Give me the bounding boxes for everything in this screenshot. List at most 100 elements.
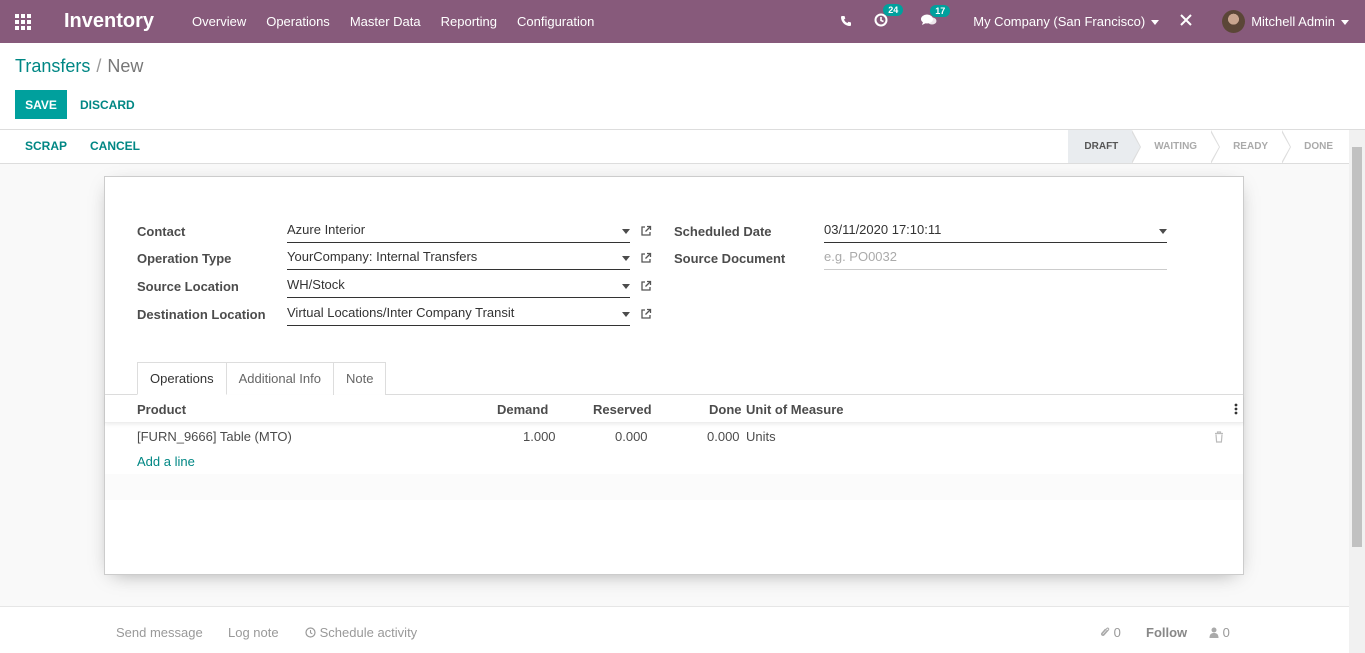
source-location-value: WH/Stock xyxy=(287,277,345,292)
external-link-icon[interactable] xyxy=(640,308,652,320)
cancel-button[interactable]: CANCEL xyxy=(90,130,140,163)
breadcrumb-current: New xyxy=(107,56,144,76)
scheduled-date-value: 03/11/2020 17:10:11 xyxy=(824,222,942,237)
dropdown-caret-icon[interactable] xyxy=(622,312,630,317)
user-name: Mitchell Admin xyxy=(1251,14,1335,29)
stage-ready-label: READY xyxy=(1233,141,1269,152)
contact-field[interactable]: Azure Interior xyxy=(287,219,630,243)
destination-location-label: Destination Location xyxy=(137,307,266,322)
stage-waiting[interactable]: WAITING xyxy=(1132,130,1221,164)
attachments-button[interactable]: 0 xyxy=(1100,625,1121,640)
log-note-button[interactable]: Log note xyxy=(228,625,279,640)
vertical-scrollbar[interactable] xyxy=(1349,130,1365,653)
menu-operations[interactable]: Operations xyxy=(266,14,330,29)
user-icon xyxy=(1209,627,1219,638)
apps-grid-icon[interactable] xyxy=(15,13,33,30)
menu-master-data[interactable]: Master Data xyxy=(350,14,421,29)
chevron-down-icon xyxy=(1151,20,1160,26)
destination-location-field[interactable]: Virtual Locations/Inter Company Transit xyxy=(287,302,630,326)
debug-icon[interactable] xyxy=(1179,13,1193,30)
optional-columns-icon[interactable] xyxy=(1234,403,1238,415)
tab-note[interactable]: Note xyxy=(333,362,387,395)
scrap-button[interactable]: SCRAP xyxy=(25,130,67,163)
clock-icon xyxy=(305,627,316,638)
table-row[interactable]: [FURN_9666] Table (MTO) 1.000 0.000 0.00… xyxy=(105,424,1243,450)
chat-icon[interactable]: 17 xyxy=(921,4,951,30)
message-count-badge: 17 xyxy=(930,4,951,17)
followers-button[interactable]: 0 xyxy=(1209,625,1230,640)
stage-draft-label: DRAFT xyxy=(1084,141,1119,152)
source-document-field[interactable]: e.g. PO0032 xyxy=(824,246,1167,270)
external-link-icon[interactable] xyxy=(640,252,652,264)
save-button[interactable]: SAVE xyxy=(15,90,67,119)
destination-location-value: Virtual Locations/Inter Company Transit xyxy=(287,305,515,320)
breadcrumb-separator: / xyxy=(96,56,102,76)
app-title[interactable]: Inventory xyxy=(64,10,154,33)
chatter-topbar: Send message Log note Schedule activity … xyxy=(0,606,1349,653)
external-link-icon[interactable] xyxy=(640,225,652,237)
column-product[interactable]: Product xyxy=(137,402,186,417)
row-uom[interactable]: Units xyxy=(746,429,776,444)
phone-icon[interactable] xyxy=(840,14,852,30)
source-document-placeholder: e.g. PO0032 xyxy=(824,249,897,264)
navbar-systray: 24 17 My Company (San Francisco) Mitchel… xyxy=(829,0,1365,43)
dropdown-caret-icon[interactable] xyxy=(622,284,630,289)
paperclip-icon xyxy=(1100,627,1110,636)
attachment-count: 0 xyxy=(1113,625,1121,640)
user-menu[interactable]: Mitchell Admin xyxy=(1251,14,1349,29)
avatar[interactable] xyxy=(1222,10,1246,33)
breadcrumb: Transfers / New xyxy=(15,56,143,77)
dropdown-caret-icon[interactable] xyxy=(622,256,630,261)
trash-icon[interactable] xyxy=(1214,431,1224,443)
company-switcher[interactable]: My Company (San Francisco) xyxy=(973,14,1160,29)
dropdown-caret-icon[interactable] xyxy=(1159,229,1167,234)
column-unit-of-measure[interactable]: Unit of Measure xyxy=(746,402,844,417)
menu-configuration[interactable]: Configuration xyxy=(517,14,594,29)
top-navbar: Inventory Overview Operations Master Dat… xyxy=(0,0,1365,43)
scheduled-date-field[interactable]: 03/11/2020 17:10:11 xyxy=(824,219,1167,243)
menu-overview[interactable]: Overview xyxy=(192,14,246,29)
follower-count: 0 xyxy=(1222,625,1230,640)
scrollbar-thumb[interactable] xyxy=(1352,147,1362,547)
external-link-icon[interactable] xyxy=(640,280,652,292)
follow-button[interactable]: Follow xyxy=(1146,625,1187,640)
contact-label: Contact xyxy=(137,224,186,239)
form-sheet: Contact Azure Interior Operation Type Yo… xyxy=(104,176,1244,575)
scheduled-date-label: Scheduled Date xyxy=(674,224,772,239)
stage-done[interactable]: DONE xyxy=(1282,130,1349,163)
column-demand[interactable]: Demand xyxy=(497,402,548,417)
breadcrumb-transfers[interactable]: Transfers xyxy=(15,56,90,76)
operation-type-field[interactable]: YourCompany: Internal Transfers xyxy=(287,246,630,270)
add-line-link[interactable]: Add a line xyxy=(137,454,195,469)
stage-waiting-label: WAITING xyxy=(1154,141,1198,152)
company-name: My Company (San Francisco) xyxy=(973,14,1146,29)
source-document-label: Source Document xyxy=(674,251,786,266)
dropdown-caret-icon[interactable] xyxy=(622,229,630,234)
activity-clock-icon[interactable]: 24 xyxy=(874,4,904,30)
stage-ready[interactable]: READY xyxy=(1211,130,1292,164)
tab-operations[interactable]: Operations xyxy=(137,362,227,395)
control-panel: Transfers / New SAVE DISCARD xyxy=(0,43,1365,130)
row-reserved: 0.000 xyxy=(615,429,648,444)
stage-done-label: DONE xyxy=(1304,141,1333,152)
menu-reporting[interactable]: Reporting xyxy=(441,14,497,29)
contact-value: Azure Interior xyxy=(287,222,366,237)
send-message-button[interactable]: Send message xyxy=(116,625,203,640)
row-demand[interactable]: 1.000 xyxy=(523,429,556,444)
activity-count-badge: 24 xyxy=(883,4,904,16)
schedule-activity-button[interactable]: Schedule activity xyxy=(305,625,417,640)
stage-pipeline: DRAFT WAITING READY DONE xyxy=(1068,130,1349,164)
column-done[interactable]: Done xyxy=(709,402,742,417)
discard-button[interactable]: DISCARD xyxy=(80,90,135,119)
column-reserved[interactable]: Reserved xyxy=(593,402,652,417)
source-location-field[interactable]: WH/Stock xyxy=(287,274,630,298)
table-header: Product Demand Reserved Done Unit of Mea… xyxy=(105,395,1243,423)
operation-type-value: YourCompany: Internal Transfers xyxy=(287,249,478,264)
chevron-down-icon xyxy=(1341,20,1349,26)
empty-table-row xyxy=(105,474,1243,500)
form-statusbar: SCRAP CANCEL DRAFT WAITING READY DONE xyxy=(0,130,1349,164)
row-product[interactable]: [FURN_9666] Table (MTO) xyxy=(137,429,292,444)
stage-draft[interactable]: DRAFT xyxy=(1068,130,1142,164)
tab-additional-info[interactable]: Additional Info xyxy=(225,362,334,395)
row-done[interactable]: 0.000 xyxy=(707,429,740,444)
